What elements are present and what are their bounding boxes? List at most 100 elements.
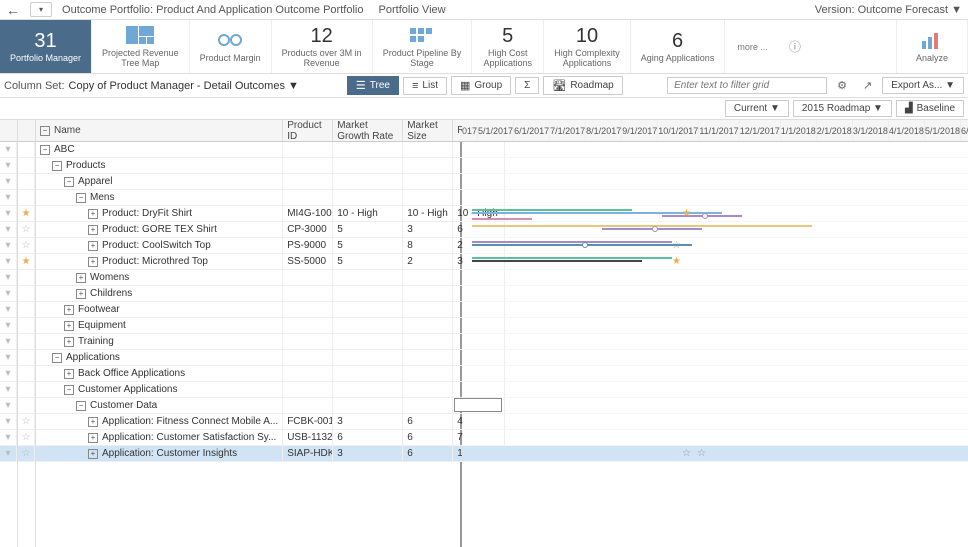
row-menu-icon[interactable]: ▾ (0, 350, 17, 365)
row-menu-icon[interactable]: ▾ (0, 238, 17, 253)
table-row[interactable]: +Application: Customer InsightsSIAP-HDK3… (36, 446, 505, 462)
collapse-icon[interactable]: − (76, 193, 86, 203)
expand-icon[interactable]: + (64, 337, 74, 347)
row-menu-icon[interactable]: ▾ (0, 206, 17, 221)
row-menu-icon[interactable]: ▾ (0, 142, 17, 157)
row-menu-icon[interactable]: ▾ (0, 174, 17, 189)
star-icon[interactable]: ★ (18, 254, 35, 269)
star-icon[interactable] (18, 318, 35, 333)
header-growth-rate[interactable]: Market Growth Rate (333, 120, 403, 141)
gear-icon[interactable]: ⚙ (831, 79, 853, 92)
current-selector[interactable]: Current ▼ (725, 100, 789, 117)
row-menu-icon[interactable]: ▾ (0, 190, 17, 205)
row-menu-icon[interactable]: ▾ (0, 270, 17, 285)
row-menu-icon[interactable]: ▾ (0, 254, 17, 269)
expand-icon[interactable]: + (76, 273, 86, 283)
row-menu-icon[interactable]: ▾ (0, 334, 17, 349)
kpi-revenue-treemap[interactable]: Projected Revenue Tree Map (92, 20, 190, 73)
kpi-product-margin[interactable]: Product Margin (190, 20, 272, 73)
table-row[interactable]: +Product: CoolSwitch TopPS-9000582 (36, 238, 505, 254)
table-row[interactable]: −Apparel (36, 174, 505, 190)
table-row[interactable]: −Products (36, 158, 505, 174)
view-group-button[interactable]: ▦Group (451, 76, 511, 95)
row-menu-icon[interactable]: ▾ (0, 286, 17, 301)
star-icon[interactable] (18, 174, 35, 189)
star-icon[interactable]: ☆ (18, 414, 35, 429)
view-tree-button[interactable]: ☰Tree (347, 76, 399, 95)
table-row[interactable]: +Equipment (36, 318, 505, 334)
table-row[interactable]: +Childrens (36, 286, 505, 302)
share-icon[interactable]: ↗ (857, 79, 878, 92)
table-row[interactable]: +Application: Fitness Connect Mobile A..… (36, 414, 505, 430)
gantt-bar[interactable] (472, 241, 672, 243)
row-menu-icon[interactable]: ▾ (0, 382, 17, 397)
row-menu-icon[interactable]: ▾ (0, 318, 17, 333)
roadmap-selector[interactable]: 2015 Roadmap ▼ (793, 100, 892, 117)
expand-icon[interactable]: + (88, 241, 98, 251)
kpi-high-complexity[interactable]: 10 High Complexity Applications (544, 20, 631, 73)
kpi-more[interactable]: more ... (725, 42, 780, 52)
collapse-all-icon[interactable]: − (40, 126, 50, 136)
kpi-aging-apps[interactable]: 6 Aging Applications (631, 20, 726, 73)
row-menu-icon[interactable]: ▾ (0, 366, 17, 381)
star-icon[interactable]: ☆ (18, 222, 35, 237)
expand-icon[interactable]: + (64, 369, 74, 379)
star-icon[interactable] (18, 158, 35, 173)
expand-icon[interactable]: + (88, 449, 98, 459)
star-icon[interactable] (18, 366, 35, 381)
back-icon[interactable]: ← (6, 2, 20, 18)
filter-input[interactable] (667, 77, 827, 94)
kpi-pipeline-stage[interactable]: Product Pipeline By Stage (373, 20, 473, 73)
collapse-icon[interactable]: − (52, 353, 62, 363)
row-menu-icon[interactable]: ▾ (0, 398, 17, 413)
expand-icon[interactable]: + (88, 209, 98, 219)
gantt-bar[interactable] (472, 225, 812, 227)
breadcrumb-item[interactable]: Portfolio View (379, 4, 446, 16)
gantt-milestone[interactable] (652, 226, 658, 232)
star-icon[interactable]: ★ (18, 206, 35, 221)
collapse-icon[interactable]: − (64, 177, 74, 187)
star-icon[interactable] (18, 398, 35, 413)
export-button[interactable]: Export As... ▼ (882, 77, 964, 94)
collapse-icon[interactable]: − (64, 385, 74, 395)
header-product-id[interactable]: Product ID (283, 120, 333, 141)
timeline-body[interactable]: ★☆★☆☆ (462, 142, 968, 462)
star-icon[interactable] (18, 142, 35, 157)
nav-dropdown[interactable]: ▾ (30, 2, 52, 17)
columnset-selector[interactable]: Copy of Product Manager - Detail Outcome… (69, 80, 299, 92)
gantt-bar[interactable] (472, 257, 672, 259)
row-menu-icon[interactable]: ▾ (0, 158, 17, 173)
expand-icon[interactable]: + (76, 289, 86, 299)
table-row[interactable]: +Product: Microthred TopSS-5000523 (36, 254, 505, 270)
kpi-analyze[interactable]: Analyze (896, 20, 968, 73)
table-row[interactable]: −Mens (36, 190, 505, 206)
star-icon[interactable]: ☆ (18, 446, 35, 461)
row-menu-icon[interactable]: ▾ (0, 430, 17, 445)
row-menu-icon[interactable]: ▾ (0, 222, 17, 237)
sigma-button[interactable]: Σ (515, 77, 539, 94)
gantt-bar[interactable] (472, 260, 642, 262)
gantt-bar[interactable] (472, 209, 632, 211)
header-market-size[interactable]: Market Size (403, 120, 453, 141)
star-icon[interactable] (18, 382, 35, 397)
row-menu-icon[interactable]: ▾ (0, 446, 17, 461)
baseline-button[interactable]: ▟ Baseline (896, 100, 964, 117)
expand-icon[interactable]: + (88, 257, 98, 267)
star-icon[interactable] (18, 302, 35, 317)
star-icon[interactable] (18, 190, 35, 205)
table-row[interactable]: −Customer Data (36, 398, 505, 414)
gantt-bar[interactable] (472, 218, 532, 220)
collapse-icon[interactable]: − (52, 161, 62, 171)
info-icon[interactable]: ⓘ (780, 20, 810, 73)
gantt-milestone[interactable] (702, 213, 708, 219)
star-icon[interactable]: ☆ (18, 430, 35, 445)
table-row[interactable]: −Customer Applications (36, 382, 505, 398)
roadmap-button[interactable]: 🛣Roadmap (543, 76, 622, 95)
table-row[interactable]: −ABC (36, 142, 505, 158)
collapse-icon[interactable]: − (40, 145, 50, 155)
kpi-products-3m[interactable]: 12 Products over 3M in Revenue (272, 20, 373, 73)
header-name[interactable]: −Name (36, 120, 283, 141)
star-icon[interactable] (18, 350, 35, 365)
star-icon[interactable] (18, 286, 35, 301)
view-list-button[interactable]: ≡List (403, 77, 447, 95)
